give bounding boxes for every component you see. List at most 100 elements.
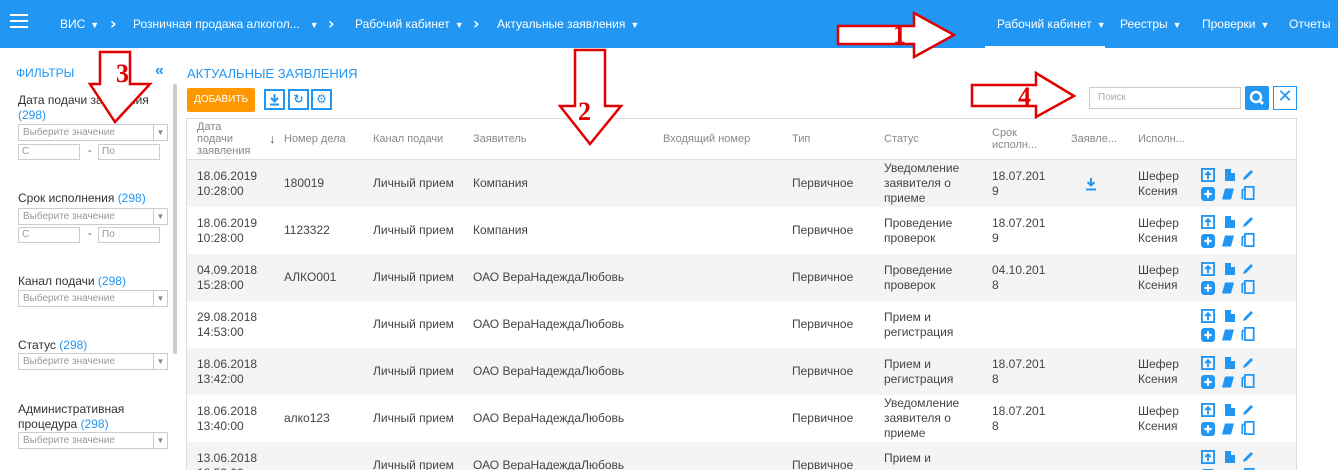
caret-down-icon: ▼ — [630, 20, 640, 30]
filter-date-from-input[interactable]: С — [18, 144, 80, 160]
open-card-icon[interactable] — [1201, 215, 1215, 229]
executor-name: Шефер — [1138, 215, 1179, 230]
date-value: 18.06.2019 — [197, 215, 258, 230]
add-button[interactable]: ДОБАВИТЬ — [187, 88, 255, 112]
filter-label-channel: Канал подачи (298) — [18, 274, 126, 289]
filter-due-from-input[interactable]: С — [18, 227, 80, 243]
download-button[interactable] — [264, 89, 285, 110]
column-header-submit-date[interactable]: Дата подачи заявления — [197, 119, 257, 159]
copy-icon[interactable] — [1241, 280, 1255, 294]
book-icon[interactable] — [1221, 422, 1235, 436]
table-row[interactable]: 18.06.2019 10:28:00 180019 Личный прием Комп… — [187, 160, 1296, 207]
table-row[interactable]: 13.06.201818:53:00 Личный прием ОАО ВераНа… — [187, 442, 1296, 470]
column-header-due-date[interactable]: Срок исполн... — [992, 119, 1037, 159]
cell-submit-date: 29.08.2018 14:53:00 — [197, 301, 257, 348]
column-header-status[interactable]: Статус — [884, 119, 919, 159]
nav-item-inspections[interactable]: Проверки ▼ — [1202, 17, 1269, 31]
cell-channel: Личный прием — [373, 223, 454, 237]
sidebar-scrollbar[interactable] — [173, 84, 177, 354]
document-icon[interactable] — [1223, 356, 1237, 370]
column-header-channel[interactable]: Канал подачи — [373, 119, 443, 159]
column-header-incoming-number[interactable]: Входящий номер — [663, 119, 750, 159]
edit-pencil-icon[interactable] — [1241, 168, 1255, 182]
filter-date-to-input[interactable]: По — [98, 144, 160, 160]
book-icon[interactable] — [1221, 375, 1235, 389]
edit-pencil-icon[interactable] — [1241, 309, 1255, 323]
breadcrumb-segment[interactable]: Актуальные заявления ▼ — [497, 17, 639, 31]
search-input[interactable]: Поиск — [1089, 87, 1241, 109]
copy-icon[interactable] — [1241, 233, 1255, 247]
table-row[interactable]: 18.06.2019 10:28:00 1123322 Личный прием Ком… — [187, 207, 1296, 254]
annotation-arrow-down: 3 — [88, 50, 153, 125]
document-icon[interactable] — [1223, 215, 1237, 229]
add-plus-icon[interactable] — [1201, 328, 1215, 342]
open-card-icon[interactable] — [1201, 309, 1215, 323]
table-row[interactable]: 18.06.2018 13:42:00 Личный прием ОАО ВераНа… — [187, 348, 1296, 395]
nav-item-workspace[interactable]: Рабочий кабинет ▼ — [997, 17, 1106, 31]
edit-pencil-icon[interactable] — [1241, 262, 1255, 276]
column-header-executor[interactable]: Исполн... — [1138, 119, 1185, 159]
breadcrumb-label: Розничная продажа алкогол... — [133, 17, 300, 31]
column-header-case-number[interactable]: Номер дела — [284, 119, 346, 159]
table-row[interactable]: 29.08.2018 14:53:00 Личный прием ОАО ВераНа… — [187, 301, 1296, 348]
book-icon[interactable] — [1221, 187, 1235, 201]
table-row[interactable]: 18.06.2018 13:40:00 алко123 Личный прием ОАО… — [187, 395, 1296, 442]
document-icon[interactable] — [1223, 168, 1237, 182]
gear-icon: ⚙ — [316, 92, 327, 106]
filter-due-to-input[interactable]: По — [98, 227, 160, 243]
nav-item-reports[interactable]: Отчеты — [1289, 17, 1330, 31]
breadcrumb-segment[interactable]: Рабочий кабинет ▼ — [355, 17, 464, 31]
add-plus-icon[interactable] — [1201, 281, 1215, 295]
filter-select-channel[interactable]: Выберите значение ▼ — [18, 290, 168, 307]
filter-select-admin-procedure[interactable]: Выберите значение ▼ — [18, 432, 168, 449]
copy-icon[interactable] — [1241, 421, 1255, 435]
table-row[interactable]: 04.09.2018 15:28:00 АЛКО001 Личный прием ОАО… — [187, 254, 1296, 301]
add-plus-icon[interactable] — [1201, 187, 1215, 201]
column-header-applicant[interactable]: Заявитель — [473, 119, 527, 159]
edit-pencil-icon[interactable] — [1241, 403, 1255, 417]
filter-name: Срок исполнения — [18, 191, 115, 205]
column-header-type[interactable]: Тип — [792, 119, 810, 159]
open-card-icon[interactable] — [1201, 403, 1215, 417]
filter-select-due-date[interactable]: Выберите значение ▼ — [18, 208, 168, 225]
download-application-button[interactable] — [1085, 160, 1097, 207]
sort-desc-icon[interactable]: ↓ — [269, 119, 279, 159]
edit-pencil-icon[interactable] — [1241, 450, 1255, 464]
cell-case: алко123 — [284, 411, 330, 425]
copy-icon[interactable] — [1241, 186, 1255, 200]
dropdown-arrow-icon: ▼ — [153, 125, 167, 140]
filter-select-status[interactable]: Выберите значение ▼ — [18, 353, 168, 370]
edit-pencil-icon[interactable] — [1241, 215, 1255, 229]
filter-select-submit-date[interactable]: Выберите значение ▼ — [18, 124, 168, 141]
annotation-number: 3 — [116, 59, 129, 88]
refresh-button[interactable]: ↻ — [288, 89, 309, 110]
download-icon — [270, 94, 279, 106]
edit-pencil-icon[interactable] — [1241, 356, 1255, 370]
clear-search-button[interactable]: ✕ — [1273, 86, 1297, 110]
open-card-icon[interactable] — [1201, 168, 1215, 182]
open-card-icon[interactable] — [1201, 356, 1215, 370]
search-button[interactable] — [1245, 86, 1269, 110]
add-plus-icon[interactable] — [1201, 422, 1215, 436]
add-plus-icon[interactable] — [1201, 234, 1215, 248]
hamburger-menu-icon[interactable] — [10, 14, 28, 34]
nav-item-registries[interactable]: Реестры ▼ — [1120, 17, 1182, 31]
copy-icon[interactable] — [1241, 374, 1255, 388]
book-icon[interactable] — [1221, 281, 1235, 295]
app-menu[interactable]: ВИС ▼ — [60, 17, 99, 31]
document-icon[interactable] — [1223, 309, 1237, 323]
settings-button[interactable]: ⚙ — [311, 89, 332, 110]
document-icon[interactable] — [1223, 262, 1237, 276]
copy-icon[interactable] — [1241, 327, 1255, 341]
open-card-icon[interactable] — [1201, 450, 1215, 464]
document-icon[interactable] — [1223, 450, 1237, 464]
breadcrumb-segment[interactable]: Розничная продажа алкогол... ▼ — [133, 17, 319, 31]
add-plus-icon[interactable] — [1201, 375, 1215, 389]
column-header-application[interactable]: Заявле... — [1071, 119, 1117, 159]
due-value-wrap: 9 — [992, 230, 999, 245]
document-icon[interactable] — [1223, 403, 1237, 417]
book-icon[interactable] — [1221, 328, 1235, 342]
open-card-icon[interactable] — [1201, 262, 1215, 276]
book-icon[interactable] — [1221, 234, 1235, 248]
executor-name: Ксения — [1138, 277, 1178, 292]
